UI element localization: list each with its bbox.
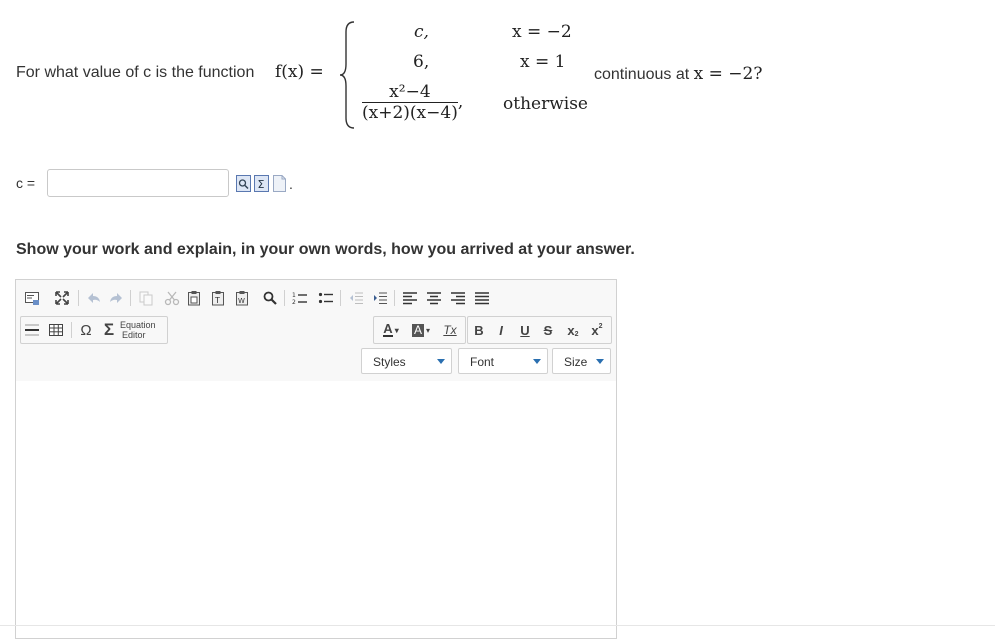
table-icon[interactable]: [48, 322, 64, 338]
size-dropdown-label: Size: [564, 355, 588, 369]
case-3-numerator: x²−4: [362, 82, 458, 103]
equation-editor-label-1: Equation: [120, 320, 156, 330]
case-2-value: 6,: [413, 52, 430, 72]
work-prompt: Show your work and explain, in your own …: [16, 241, 635, 258]
italic-button[interactable]: I: [493, 322, 509, 338]
page-divider: [0, 625, 995, 626]
question-suffix-math: x = −2?: [693, 64, 763, 84]
bold-button[interactable]: B: [471, 322, 487, 338]
svg-text:W: W: [238, 297, 245, 305]
paste-text-icon[interactable]: T: [210, 290, 226, 306]
increase-indent-icon[interactable]: [372, 290, 388, 306]
case-3-comma: ,: [457, 92, 464, 112]
source-icon[interactable]: [24, 290, 40, 306]
size-dropdown[interactable]: Size: [552, 348, 611, 374]
toolbar-separator: [71, 322, 72, 338]
font-dropdown[interactable]: Font: [458, 348, 548, 374]
piecewise-brace: [339, 21, 355, 129]
question-prefix: For what value of c is the function: [16, 64, 254, 82]
chevron-down-icon: [596, 359, 604, 364]
align-right-icon[interactable]: [450, 290, 466, 306]
function-name: f(x) =: [275, 62, 324, 82]
text-color-label: A: [383, 321, 393, 337]
remove-format-icon[interactable]: Tx: [439, 322, 461, 338]
toolbar-separator: [394, 290, 395, 306]
subscript-button[interactable]: x2: [564, 322, 582, 338]
toolbar-separator: [130, 290, 131, 306]
justify-icon[interactable]: [474, 290, 490, 306]
editor-content-area[interactable]: [16, 381, 616, 638]
align-left-icon[interactable]: [402, 290, 418, 306]
strikethrough-button[interactable]: S: [540, 322, 556, 338]
question-suffix-text: continuous at: [594, 66, 690, 83]
text-color-button[interactable]: A ▾: [378, 322, 404, 338]
superscript-label: x: [591, 322, 599, 338]
answer-input[interactable]: [47, 169, 229, 197]
styles-dropdown-label: Styles: [373, 355, 406, 369]
underline-button[interactable]: U: [517, 322, 533, 338]
case-1-condition: x = −2: [512, 22, 572, 42]
chevron-down-icon: [533, 359, 541, 364]
numbered-list-icon[interactable]: 12: [292, 290, 308, 306]
answer-label: c =: [16, 175, 36, 191]
case-1-value: c,: [414, 22, 429, 42]
case-3-condition: otherwise: [503, 94, 588, 114]
rich-text-editor: T W 12 Ω Σ Equation Editor A ▾ A ▾ Tx B …: [15, 279, 617, 639]
case-3-fraction: x²−4 (x+2)(x−4): [362, 82, 458, 123]
maximize-icon[interactable]: [54, 290, 70, 306]
toolbar-separator: [284, 290, 285, 306]
svg-text:1: 1: [292, 292, 296, 299]
help-document-icon[interactable]: [272, 175, 287, 192]
background-color-button[interactable]: A ▾: [408, 322, 434, 338]
case-3-denominator: (x+2)(x−4): [362, 103, 458, 123]
paste-icon[interactable]: [186, 290, 202, 306]
svg-text:T: T: [214, 296, 220, 305]
styles-dropdown[interactable]: Styles: [361, 348, 452, 374]
editor-toolbar: T W 12 Ω Σ Equation Editor A ▾ A ▾ Tx B …: [16, 280, 616, 382]
toolbar-separator: [340, 290, 341, 306]
special-char-omega-icon[interactable]: Ω: [78, 321, 94, 339]
find-icon[interactable]: [262, 290, 278, 306]
answer-period: .: [289, 176, 293, 192]
equation-editor-label-2: Editor: [122, 330, 146, 340]
question-suffix: continuous at x = −2?: [594, 64, 762, 84]
question-prefix-text: For what value of c is the function: [16, 64, 255, 81]
toolbar-separator: [78, 290, 79, 306]
chevron-down-icon: [437, 359, 445, 364]
subscript-label: x: [567, 322, 575, 338]
case-3-value: x²−4 (x+2)(x−4) ,: [362, 82, 463, 123]
sigma-editor-icon[interactable]: Σ: [254, 175, 269, 192]
redo-icon[interactable]: [108, 290, 124, 306]
question: For what value of c is the function f(x)…: [0, 0, 995, 140]
svg-text:2: 2: [292, 299, 296, 306]
preview-icon[interactable]: [236, 175, 251, 192]
cut-icon[interactable]: [164, 290, 180, 306]
copy-formatting-icon[interactable]: [138, 290, 154, 306]
paste-word-icon[interactable]: W: [234, 290, 250, 306]
sigma-icon[interactable]: Σ: [100, 320, 118, 340]
background-color-label: A: [411, 322, 424, 337]
horizontal-line-icon[interactable]: [24, 322, 40, 338]
decrease-indent-icon[interactable]: [348, 290, 364, 306]
align-center-icon[interactable]: [426, 290, 442, 306]
equation-editor-button[interactable]: Equation Editor: [120, 320, 166, 340]
bulleted-list-icon[interactable]: [318, 290, 334, 306]
undo-icon[interactable]: [86, 290, 102, 306]
superscript-button[interactable]: x2: [588, 322, 606, 338]
case-2-condition: x = 1: [520, 52, 566, 72]
font-dropdown-label: Font: [470, 355, 495, 369]
svg-text:Σ: Σ: [258, 178, 265, 191]
